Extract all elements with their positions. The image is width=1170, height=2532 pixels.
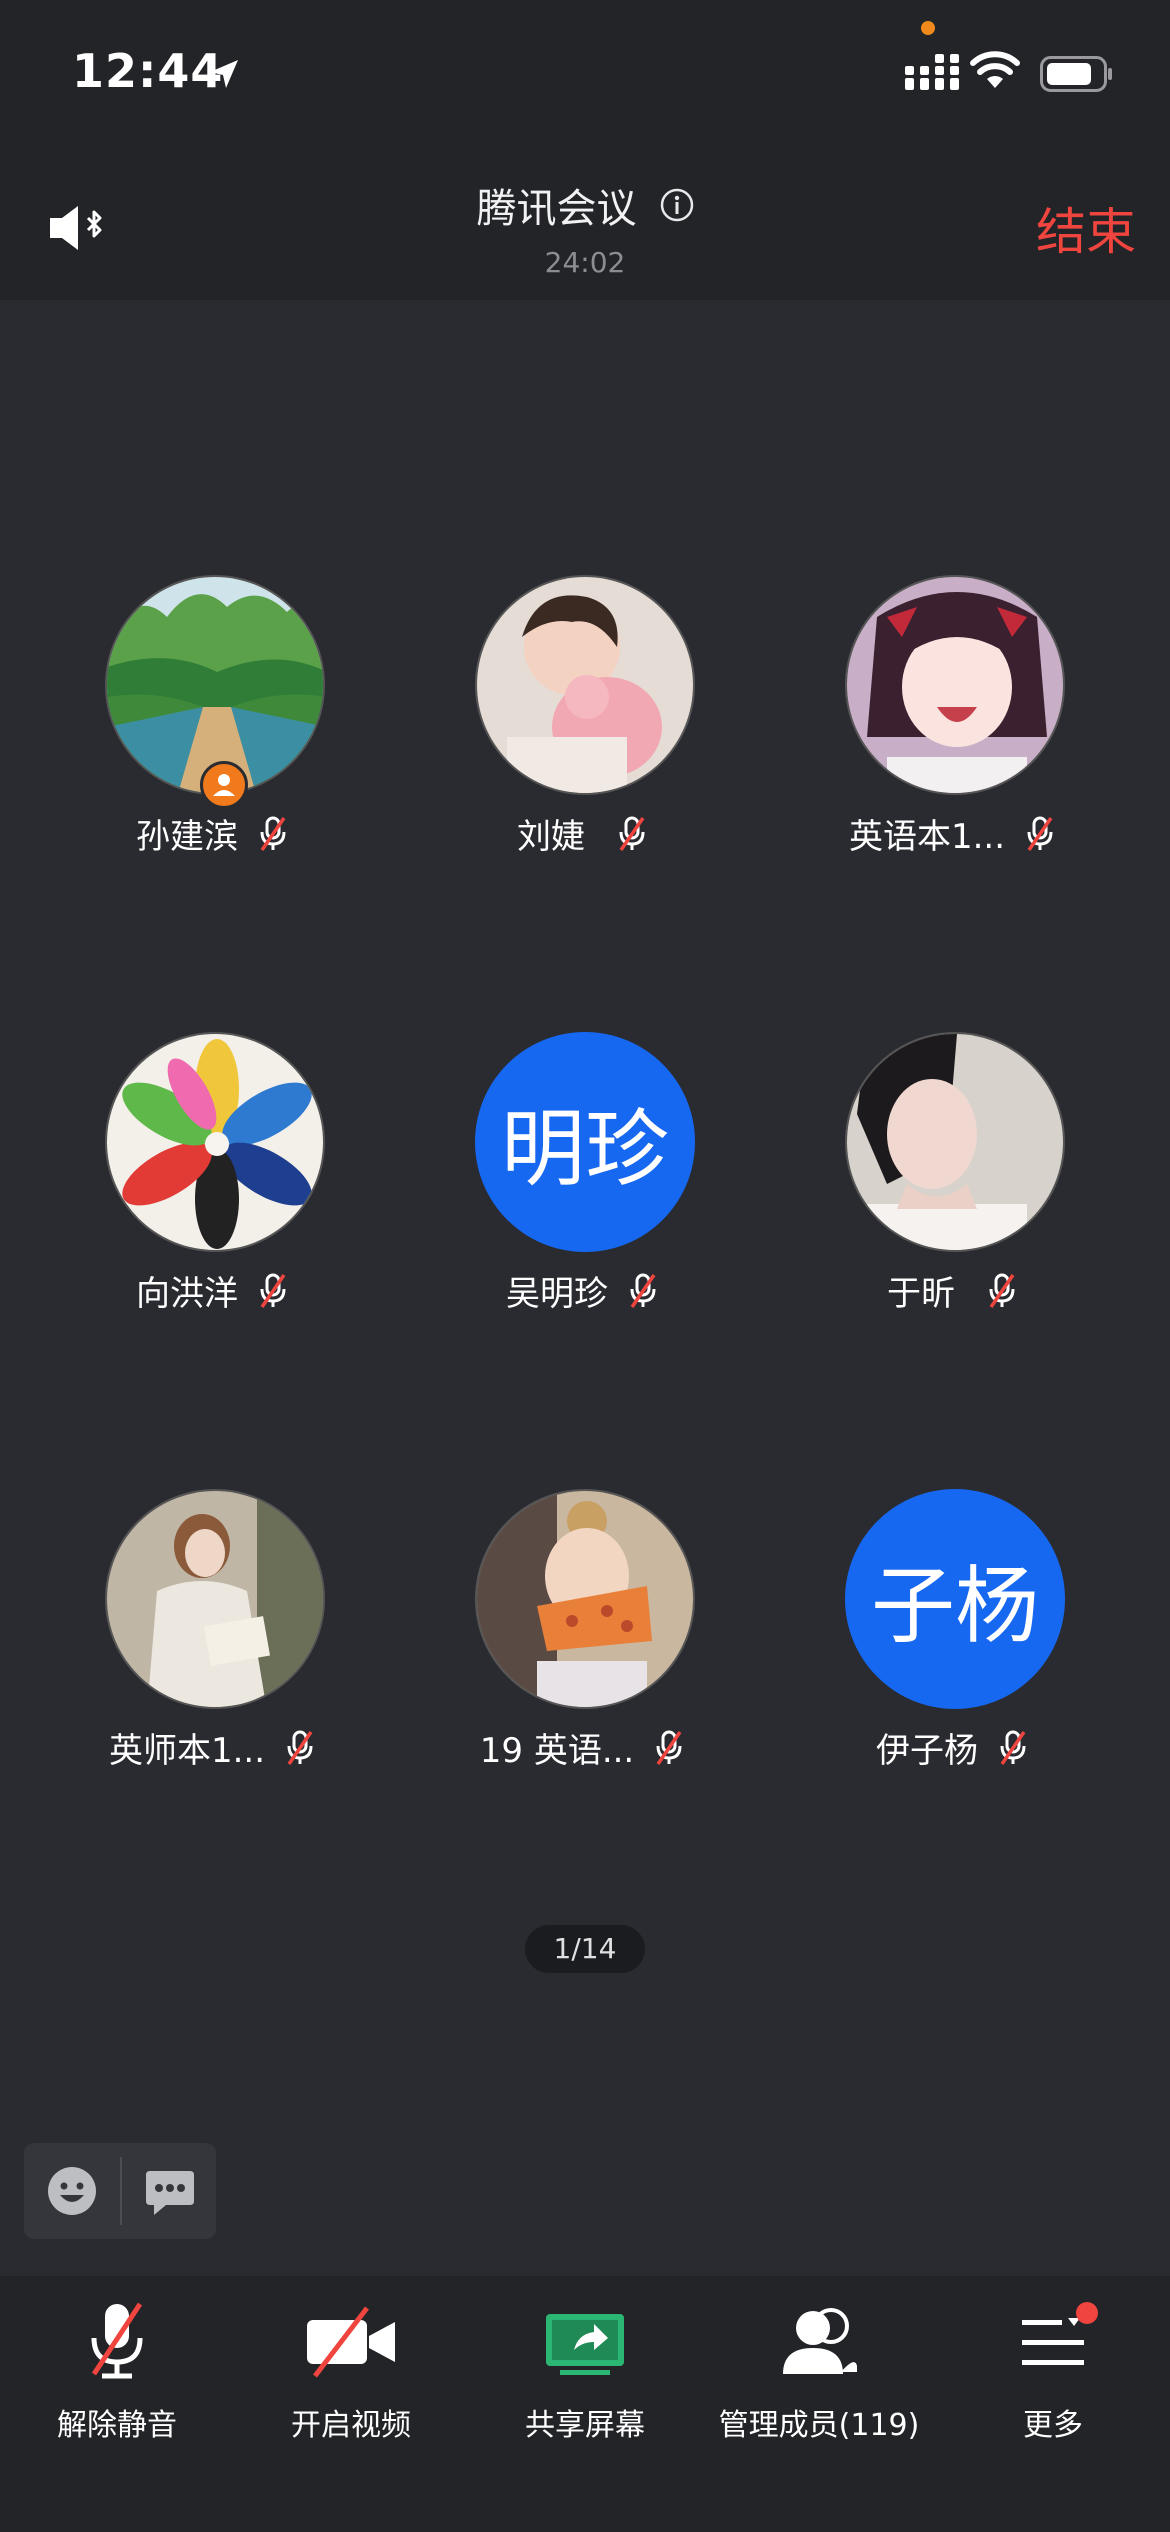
end-meeting-button[interactable]: 结束 (1036, 192, 1136, 264)
meeting-toolbar: 解除静音 开启视频 共享屏幕 管理成员(119) 更多 (0, 2276, 1170, 2532)
participant-tile[interactable]: 向洪洋 (50, 1032, 380, 1332)
participant-name: 英师本1... (108, 1730, 266, 1771)
page-indicator: 1/14 (525, 1925, 645, 1973)
participant-name-row: 于昕 (790, 1260, 1120, 1320)
avatar (475, 1489, 695, 1709)
participant-name-row: 刘婕 (420, 803, 750, 863)
participant-tile[interactable]: 刘婕 (420, 575, 750, 875)
avatar (845, 575, 1065, 795)
mic-muted-icon (260, 1273, 286, 1308)
more-label: 更多 (1023, 2408, 1083, 2443)
reaction-chat-box (24, 2143, 216, 2239)
mic-muted-icon (287, 1730, 313, 1765)
avatar: 子杨 (845, 1489, 1065, 1709)
mic-muted-icon (656, 1730, 682, 1765)
manage-members-button[interactable]: 管理成员(119) (702, 2296, 936, 2446)
participant-name-row: 英师本1... (50, 1717, 380, 1777)
participant-name: 向洪洋 (136, 1273, 238, 1314)
participant-name-row: 向洪洋 (50, 1260, 380, 1320)
mic-muted-icon (1000, 1730, 1026, 1765)
avatar (475, 575, 695, 795)
meeting-header: 腾讯会议 24:02 结束 (0, 150, 1170, 300)
participant-tile[interactable]: 英语本1... (790, 575, 1120, 875)
avatar (105, 1489, 325, 1709)
participant-tile[interactable]: 子杨 伊子杨 (790, 1489, 1120, 1789)
chat-icon[interactable] (144, 2165, 196, 2217)
emoji-icon[interactable] (46, 2165, 98, 2217)
video-off-icon (307, 2306, 395, 2378)
participant-name-row: 19 英语... (420, 1717, 750, 1777)
notification-dot (1076, 2302, 1098, 2324)
participant-name: 孙建滨 (136, 816, 238, 857)
mic-muted-icon (630, 1273, 656, 1308)
participant-name: 伊子杨 (876, 1730, 978, 1771)
participant-tile[interactable]: 19 英语... (420, 1489, 750, 1789)
unmute-button[interactable]: 解除静音 (0, 2296, 234, 2446)
participant-name-row: 英语本1... (790, 803, 1120, 863)
more-button[interactable]: 更多 (936, 2296, 1170, 2446)
meeting-title-area[interactable]: 腾讯会议 (0, 176, 1170, 234)
host-badge (200, 761, 248, 809)
start-video-label: 开启视频 (291, 2408, 411, 2443)
wifi-icon (970, 51, 1020, 88)
participant-name: 刘婕 (517, 816, 585, 857)
mic-muted-icon (1027, 816, 1053, 851)
participant-tile[interactable]: 孙建滨 (50, 575, 380, 875)
mic-muted-icon (260, 816, 286, 851)
manage-members-label: 管理成员(119) (718, 2408, 920, 2443)
location-arrow-icon (210, 60, 238, 88)
divider (120, 2157, 122, 2225)
info-icon[interactable] (660, 188, 694, 222)
avatar-initials: 子杨 (870, 1556, 1039, 1655)
start-video-button[interactable]: 开启视频 (234, 2296, 468, 2446)
share-screen-button[interactable]: 共享屏幕 (468, 2296, 702, 2446)
participant-tile[interactable]: 于昕 (790, 1032, 1120, 1332)
participant-tile[interactable]: 明珍 吴明珍 (420, 1032, 750, 1332)
mic-muted-icon (619, 816, 645, 851)
avatar (105, 1032, 325, 1252)
status-time: 12:44 (72, 44, 224, 98)
status-bar: 12:44 (0, 0, 1170, 150)
avatar (845, 1032, 1065, 1252)
participant-name-row: 伊子杨 (790, 1717, 1120, 1777)
privacy-indicator-dot (921, 21, 935, 35)
participant-name-row: 吴明珍 (420, 1260, 750, 1320)
participant-tile[interactable]: 英师本1... (50, 1489, 380, 1789)
battery-icon (1040, 56, 1112, 92)
members-icon (783, 2308, 857, 2374)
participant-name: 英语本1... (848, 816, 1006, 857)
cellular-signal-icon (905, 54, 959, 90)
meeting-duration: 24:02 (544, 246, 626, 279)
participant-name: 19 英语... (479, 1730, 635, 1771)
participant-name-row: 孙建滨 (50, 803, 380, 863)
mic-muted-icon (989, 1273, 1015, 1308)
avatar: 明珍 (475, 1032, 695, 1252)
meeting-title: 腾讯会议 (476, 186, 637, 232)
participant-name: 于昕 (887, 1273, 955, 1314)
participant-name: 吴明珍 (506, 1273, 608, 1314)
unmute-label: 解除静音 (57, 2408, 177, 2443)
avatar-initials: 明珍 (500, 1099, 669, 1198)
share-screen-icon (546, 2314, 624, 2375)
share-screen-label: 共享屏幕 (525, 2408, 645, 2443)
mic-off-icon (91, 2302, 143, 2379)
